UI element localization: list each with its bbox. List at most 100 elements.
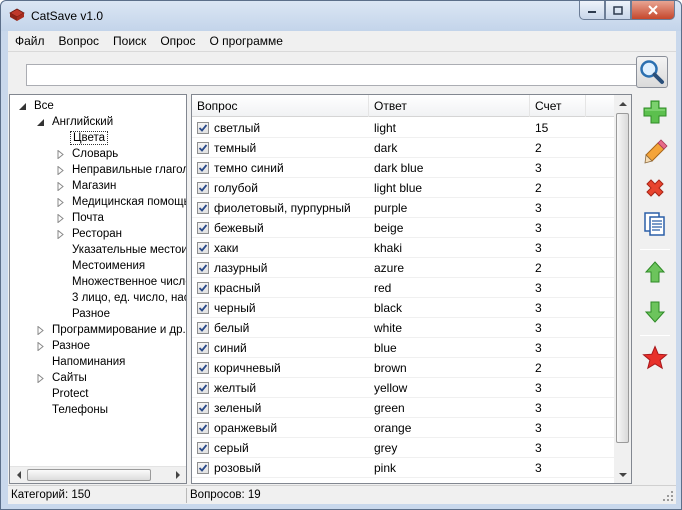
table-row[interactable]: темный dark 2: [192, 138, 615, 158]
move-down-button[interactable]: [638, 296, 672, 328]
table-row[interactable]: бежевый beige 3: [192, 218, 615, 238]
row-checkbox[interactable]: [197, 222, 209, 234]
table-row[interactable]: черный black 3: [192, 298, 615, 318]
menu-about[interactable]: О программе: [203, 31, 290, 51]
delete-button[interactable]: [638, 172, 672, 204]
row-checkbox[interactable]: [197, 342, 209, 354]
table-row[interactable]: светлый light 15: [192, 118, 615, 138]
menu-question[interactable]: Вопрос: [52, 31, 107, 51]
table-row[interactable]: лазурный azure 2: [192, 258, 615, 278]
tree-collapsed-icon[interactable]: [56, 214, 65, 223]
tree-node[interactable]: Медицинская помощь: [56, 194, 186, 210]
table-row[interactable]: коричневый brown 2: [192, 358, 615, 378]
tree-collapsed-icon[interactable]: [36, 374, 45, 383]
table-row[interactable]: желтый yellow 3: [192, 378, 615, 398]
tree-node[interactable]: Местоимения: [56, 258, 147, 274]
menu-search[interactable]: Поиск: [106, 31, 153, 51]
tree-node[interactable]: Магазин: [56, 178, 118, 194]
edit-button[interactable]: [638, 136, 672, 168]
table-row[interactable]: серый grey 3: [192, 438, 615, 458]
tree-horizontal-scrollbar[interactable]: [10, 466, 186, 483]
tree-collapsed-icon[interactable]: [56, 230, 65, 239]
scroll-left-button[interactable]: [10, 467, 27, 483]
table-row[interactable]: фиолетовый, пурпурный purple 3: [192, 198, 615, 218]
move-up-button[interactable]: [638, 256, 672, 288]
favorite-button[interactable]: [638, 342, 672, 374]
tree-node[interactable]: Указательные местоимения: [56, 242, 186, 258]
tree-node[interactable]: Цвета: [56, 130, 109, 146]
tree-expanded-icon[interactable]: [18, 102, 27, 111]
table-row[interactable]: красный red 3: [192, 278, 615, 298]
row-checkbox[interactable]: [197, 242, 209, 254]
table-row[interactable]: темно синий dark blue 3: [192, 158, 615, 178]
tree-node[interactable]: Напоминания: [36, 354, 127, 370]
table-row[interactable]: зеленый green 3: [192, 398, 615, 418]
resize-grip-icon[interactable]: [662, 490, 674, 502]
row-checkbox[interactable]: [197, 322, 209, 334]
scroll-up-button[interactable]: [614, 95, 631, 112]
category-tree[interactable]: Все Английский Цвета Словарь Неправильные гл…: [9, 94, 187, 484]
title-bar[interactable]: CatSave v1.0: [1, 1, 681, 31]
tree-node[interactable]: Телефоны: [36, 402, 110, 418]
row-checkbox[interactable]: [197, 262, 209, 274]
tree-node[interactable]: Сайты: [36, 370, 89, 386]
tree-scroll-thumb[interactable]: [27, 469, 151, 481]
table-row[interactable]: голубой light blue 2: [192, 178, 615, 198]
table-row[interactable]: белый white 3: [192, 318, 615, 338]
row-checkbox[interactable]: [197, 302, 209, 314]
column-header-question[interactable]: Вопрос: [192, 95, 369, 117]
scroll-down-button[interactable]: [614, 466, 631, 483]
row-checkbox[interactable]: [197, 122, 209, 134]
menu-quiz[interactable]: Опрос: [153, 31, 202, 51]
tree-node[interactable]: Почта: [56, 210, 106, 226]
scroll-right-button[interactable]: [169, 467, 186, 483]
table-row[interactable]: хаки khaki 3: [192, 238, 615, 258]
tree-expanded-icon[interactable]: [36, 118, 45, 127]
table-scroll-thumb[interactable]: [616, 113, 629, 443]
row-checkbox[interactable]: [197, 462, 209, 474]
tree-collapsed-icon[interactable]: [56, 150, 65, 159]
row-checkbox[interactable]: [197, 382, 209, 394]
tree-node[interactable]: Программирование и др.: [36, 322, 186, 338]
tree-node[interactable]: Все: [18, 98, 56, 114]
tree-collapsed-icon[interactable]: [36, 342, 45, 351]
tree-node[interactable]: Английский: [36, 114, 115, 130]
row-checkbox[interactable]: [197, 202, 209, 214]
table-row[interactable]: синий blue 3: [192, 338, 615, 358]
menu-file[interactable]: Файл: [8, 31, 52, 51]
minimize-button[interactable]: [579, 1, 605, 20]
tree-node-label: 3 лицо, ед. число, настоящее время: [72, 292, 186, 304]
close-button[interactable]: [631, 1, 675, 20]
row-checkbox[interactable]: [197, 422, 209, 434]
search-button[interactable]: [636, 56, 668, 88]
row-checkbox[interactable]: [197, 362, 209, 374]
tree-node[interactable]: Словарь: [56, 146, 120, 162]
favorite-star-icon: [642, 345, 668, 370]
tree-node[interactable]: Ресторан: [56, 226, 124, 242]
column-header-answer[interactable]: Ответ: [369, 95, 530, 117]
row-checkbox[interactable]: [197, 442, 209, 454]
tree-node[interactable]: Неправильные глаголы: [56, 162, 186, 178]
table-row[interactable]: розовый pink 3: [192, 458, 615, 478]
row-checkbox[interactable]: [197, 402, 209, 414]
row-checkbox[interactable]: [197, 142, 209, 154]
tree-collapsed-icon[interactable]: [56, 182, 65, 191]
add-button[interactable]: [638, 96, 672, 128]
table-vertical-scrollbar[interactable]: [614, 95, 631, 483]
tree-collapsed-icon[interactable]: [56, 198, 65, 207]
tree-collapsed-icon[interactable]: [36, 326, 45, 335]
tree-collapsed-icon[interactable]: [56, 166, 65, 175]
tree-node[interactable]: Разное: [36, 338, 92, 354]
row-checkbox[interactable]: [197, 182, 209, 194]
row-checkbox[interactable]: [197, 282, 209, 294]
search-input[interactable]: [26, 64, 638, 86]
tree-node[interactable]: Множественное число: [56, 274, 186, 290]
column-header-score[interactable]: Счет: [530, 95, 586, 117]
tree-node[interactable]: Protect: [36, 386, 90, 402]
tree-node[interactable]: 3 лицо, ед. число, настоящее время: [56, 290, 186, 306]
tree-node[interactable]: Разное: [56, 306, 112, 322]
copy-button[interactable]: [638, 208, 672, 240]
table-row[interactable]: оранжевый orange 3: [192, 418, 615, 438]
row-checkbox[interactable]: [197, 162, 209, 174]
maximize-button[interactable]: [605, 1, 631, 20]
